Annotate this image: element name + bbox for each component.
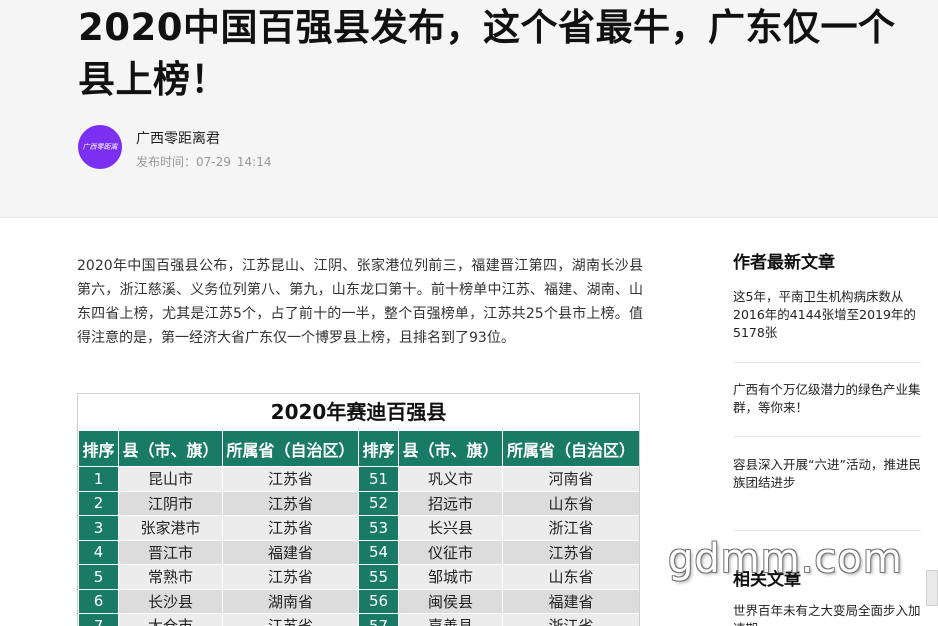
latest-articles-heading: 作者最新文章	[733, 253, 835, 273]
table-cell: 江苏省	[502, 539, 639, 565]
table-cell: 太仓市	[118, 613, 223, 626]
publish-clock: 14:14	[236, 155, 272, 169]
table-cell: 张家港市	[118, 515, 223, 541]
related-article-link[interactable]: 世界百年未有之大变局全面步入加速期	[733, 602, 921, 626]
table-cell: 福建省	[502, 588, 639, 614]
table-cell: 闽侯县	[398, 588, 503, 614]
rank-cell: 6	[78, 588, 119, 614]
table-row: 3 张家港市 江苏省 53 长兴县 浙江省	[78, 515, 639, 541]
table-cell: 浙江省	[502, 613, 639, 626]
table-cell: 邹城市	[398, 564, 503, 590]
article-body: 2020年中国百强县公布，江苏昆山、江阴、张家港位列前三，福建晋江第四，湖南长沙…	[77, 254, 643, 350]
table-cell: 晋江市	[118, 539, 223, 565]
table-header-cell: 县（市、旗）	[118, 430, 223, 467]
table-header-cell: 排序	[358, 430, 399, 467]
table-header-cell: 所属省（自治区）	[222, 430, 359, 467]
table-header-row: 排序 县（市、旗） 所属省（自治区） 排序 县（市、旗） 所属省（自治区）	[78, 430, 639, 467]
rank-cell: 5	[78, 564, 119, 590]
table-row: 2 江阴市 江苏省 52 招远市 山东省	[78, 490, 639, 516]
author-avatar[interactable]: 广西零距离	[78, 125, 122, 169]
table-cell: 招远市	[398, 490, 503, 516]
rank-cell: 53	[358, 515, 399, 541]
table-cell: 巩义市	[398, 466, 503, 492]
ranking-table-image: 2020年赛迪百强县 排序 县（市、旗） 所属省（自治区） 排序 县（市、旗） …	[77, 393, 640, 626]
rank-cell: 55	[358, 564, 399, 590]
avatar-logo-text: 广西零距离	[82, 143, 118, 151]
table-cell: 江苏省	[222, 613, 359, 626]
rank-cell: 2	[78, 490, 119, 516]
table-cell: 长兴县	[398, 515, 503, 541]
scroll-to-top-button[interactable]	[926, 570, 938, 606]
table-cell: 江苏省	[222, 515, 359, 541]
rank-cell: 4	[78, 539, 119, 565]
table-header-cell: 所属省（自治区）	[502, 430, 639, 467]
article-header: 2020中国百强县发布，这个省最牛，广东仅一个县上榜！ 广西零距离 广西零距离君…	[0, 0, 938, 218]
table-cell: 浙江省	[502, 515, 639, 541]
article-title: 2020中国百强县发布，这个省最牛，广东仅一个县上榜！	[78, 6, 896, 101]
rank-cell: 52	[358, 490, 399, 516]
table-row: 1 昆山市 江苏省 51 巩义市 河南省	[78, 466, 639, 492]
rank-cell: 3	[78, 515, 119, 541]
publish-time: 发布时间：07-29 14:14	[136, 153, 271, 170]
table-cell: 江苏省	[222, 490, 359, 516]
rank-cell: 7	[78, 613, 119, 626]
table-row: 4 晋江市 福建省 54 仪征市 江苏省	[78, 539, 639, 565]
table-row: 6 长沙县 湖南省 56 闽侯县 福建省	[78, 588, 639, 614]
sidebar: 作者最新文章 这5年，平南卫生机构病床数从2016年的4144张增至2019年的…	[733, 250, 921, 626]
rank-cell: 56	[358, 588, 399, 614]
table-cell: 江苏省	[222, 466, 359, 492]
publish-label: 发布时间：07-29	[136, 155, 231, 169]
table-cell: 嘉善县	[398, 613, 503, 626]
table-title: 2020年赛迪百强县	[270, 400, 447, 424]
site-watermark: gdmm.com	[668, 536, 903, 582]
table-cell: 常熟市	[118, 564, 223, 590]
table-row: 7太仓市江苏省57嘉善县浙江省	[78, 613, 639, 626]
sidebar-article-link[interactable]: 容县深入开展“六进”活动，推进民族团结进步	[733, 456, 921, 531]
sidebar-article-link[interactable]: 这5年，平南卫生机构病床数从2016年的4144张增至2019年的5178张	[733, 288, 921, 363]
table-cell: 福建省	[222, 539, 359, 565]
table-cell: 山东省	[502, 490, 639, 516]
table-cell: 江苏省	[222, 564, 359, 590]
rank-cell: 54	[358, 539, 399, 565]
rank-cell: 51	[358, 466, 399, 492]
table-cell: 河南省	[502, 466, 639, 492]
table-cell: 昆山市	[118, 466, 223, 492]
table-cell: 仪征市	[398, 539, 503, 565]
table-cell: 山东省	[502, 564, 639, 590]
sidebar-article-link[interactable]: 广西有个万亿级潜力的绿色产业集群，等你来！	[733, 381, 921, 437]
table-cell: 长沙县	[118, 588, 223, 614]
table-header-cell: 排序	[78, 430, 119, 467]
table-row: 5 常熟市 江苏省 55 邹城市 山东省	[78, 564, 639, 590]
ranking-table: 排序 县（市、旗） 所属省（自治区） 排序 县（市、旗） 所属省（自治区） 1昆…	[78, 430, 639, 626]
article-paragraph: 2020年中国百强县公布，江苏昆山、江阴、张家港位列前三，福建晋江第四，湖南长沙…	[77, 258, 643, 346]
rank-cell: 1	[78, 466, 119, 492]
table-header-cell: 县（市、旗）	[398, 430, 503, 467]
table-cell: 江阴市	[118, 490, 223, 516]
rank-cell: 57	[358, 613, 399, 626]
table-cell: 湖南省	[222, 588, 359, 614]
author-name[interactable]: 广西零距离君	[136, 128, 220, 148]
